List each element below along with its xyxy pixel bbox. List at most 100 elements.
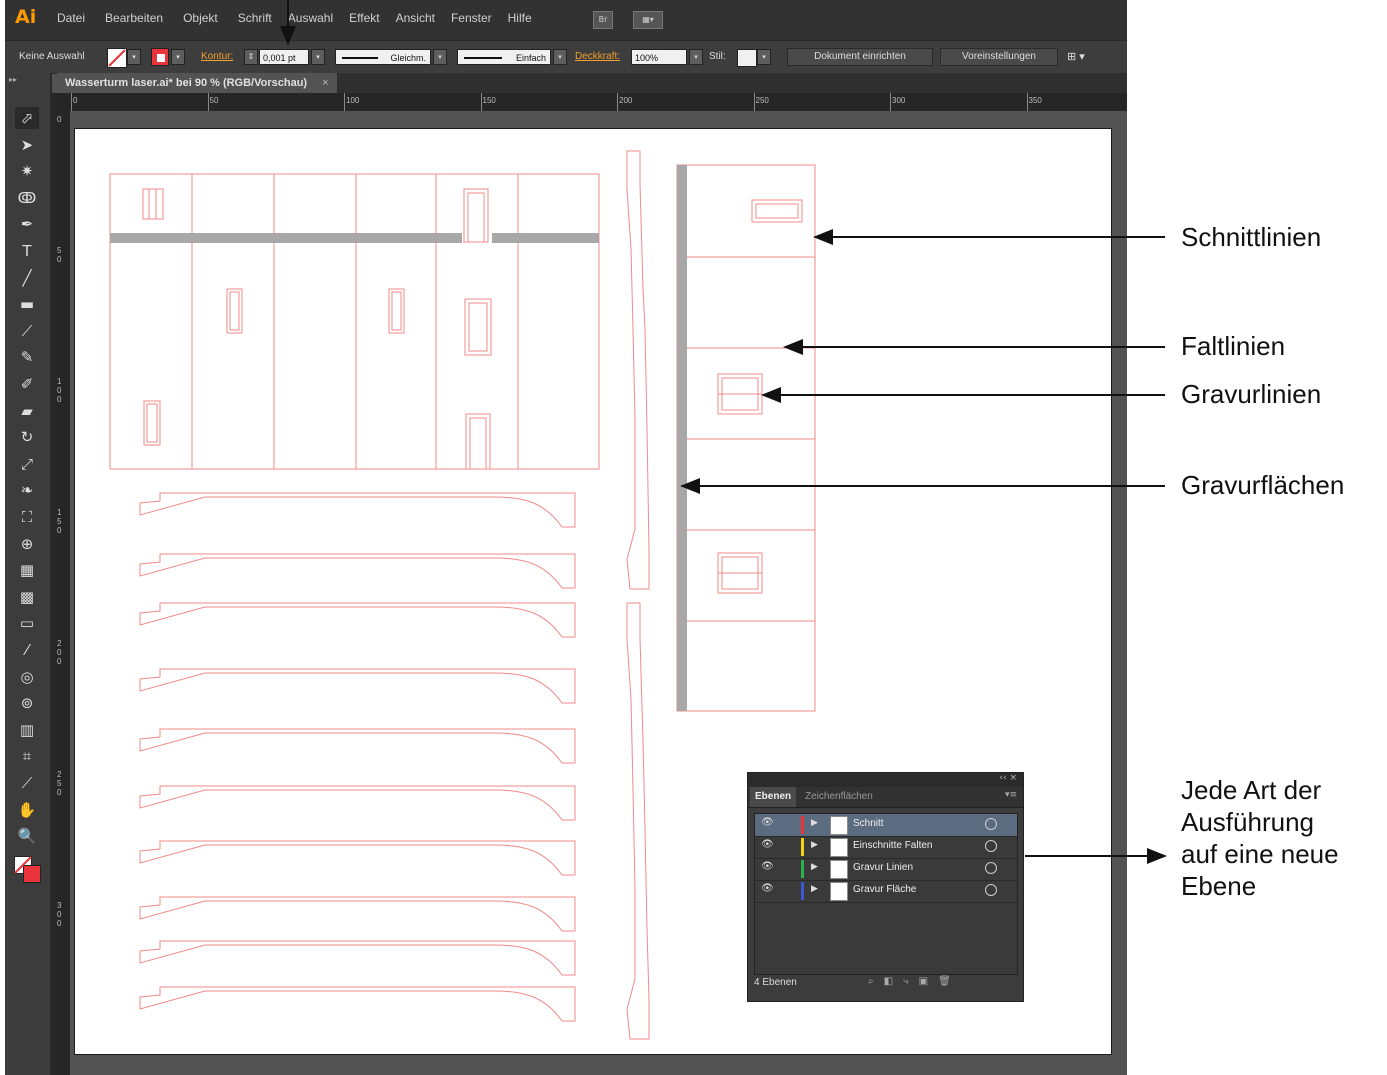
new-layer-icon[interactable]: ▣ — [919, 976, 938, 987]
fill-stroke-swatch-icon[interactable] — [14, 856, 41, 883]
menu-datei[interactable]: Datei — [57, 11, 85, 25]
visibility-eye-icon[interactable]: 👁 — [761, 883, 774, 894]
profile-dropdown[interactable]: ▾ — [433, 49, 447, 65]
opacity-field[interactable]: 100% — [631, 49, 687, 65]
document-setup-button[interactable]: Dokument einrichten — [787, 48, 933, 66]
target-circle-icon[interactable] — [985, 840, 997, 852]
menu-hilfe[interactable]: Hilfe — [508, 11, 532, 25]
tab-zeichenflaechen[interactable]: Zeichenflächen — [800, 787, 878, 807]
zoom-tool-icon[interactable]: 🔍 — [15, 825, 39, 847]
line-tool-icon[interactable]: ╱ — [15, 267, 39, 289]
graphic-style-swatch[interactable] — [737, 49, 757, 67]
menu-auswahl[interactable]: Auswahl — [288, 11, 333, 25]
visibility-eye-icon[interactable]: 👁 — [761, 861, 774, 872]
cornice-piece[interactable] — [139, 840, 576, 876]
cornice-piece[interactable] — [139, 728, 576, 764]
brush-dropdown[interactable]: ▾ — [553, 49, 567, 65]
expand-triangle-icon[interactable]: ▶ — [811, 840, 818, 850]
layer-name[interactable]: Schnitt — [853, 818, 884, 829]
panel-menu-icon[interactable]: ▾≡ — [1005, 790, 1017, 800]
locate-object-icon[interactable]: ⌕ — [868, 976, 884, 987]
eyedropper-icon[interactable]: ⁄ — [15, 639, 39, 661]
target-circle-icon[interactable] — [985, 862, 997, 874]
visibility-eye-icon[interactable]: 👁 — [761, 817, 774, 828]
rotate-tool-icon[interactable]: ↻ — [15, 426, 39, 448]
cornice-piece[interactable] — [139, 940, 576, 976]
cornice-piece[interactable] — [139, 668, 576, 704]
menu-fenster[interactable]: Fenster — [451, 11, 492, 25]
scale-tool-icon[interactable]: ⤢ — [15, 453, 39, 475]
layer-name[interactable]: Einschnitte Falten — [853, 840, 933, 851]
warp-tool-icon[interactable]: ❧ — [15, 479, 39, 501]
vertical-ruler[interactable]: 0 50 100 150 200 250 300 — [52, 111, 70, 1075]
new-sublayer-icon[interactable]: ⤷ — [903, 976, 919, 987]
visibility-eye-icon[interactable]: 👁 — [761, 839, 774, 850]
eraser-icon[interactable]: ▰ — [15, 400, 39, 422]
perspective-grid-icon[interactable]: ▦ — [15, 559, 39, 581]
menu-objekt[interactable]: Objekt — [183, 11, 218, 25]
cornice-piece[interactable] — [139, 785, 576, 821]
stroke-weight-dropdown[interactable]: ▾ — [311, 49, 325, 65]
workspace-switcher-icon[interactable]: ▦▾ — [633, 11, 663, 29]
variable-width-profile[interactable]: Gleichm. — [335, 49, 431, 65]
cornice-piece[interactable] — [139, 986, 576, 1022]
kontur-label[interactable]: Kontur: — [201, 49, 233, 65]
stroke-stepper-icon[interactable]: ⇕ — [244, 49, 258, 65]
panel-expand-icon[interactable]: ▸▸ — [9, 75, 17, 84]
layer-name[interactable]: Gravur Linien — [853, 862, 913, 873]
menu-schrift[interactable]: Schrift — [238, 11, 272, 25]
layer-name[interactable]: Gravur Fläche — [853, 884, 916, 895]
menu-bearbeiten[interactable]: Bearbeiten — [105, 11, 163, 25]
free-transform-icon[interactable]: ⛶ — [15, 506, 39, 528]
layer-row-einschnitte[interactable]: 👁 ▶ Einschnitte Falten — [755, 836, 1017, 859]
rectangle-tool-icon[interactable]: ▬ — [15, 293, 39, 315]
layer-row-gravur-linien[interactable]: 👁 ▶ Gravur Linien — [755, 858, 1017, 881]
tab-ebenen[interactable]: Ebenen — [750, 787, 797, 807]
hand-tool-icon[interactable]: ✋ — [15, 799, 39, 821]
panel-header[interactable]: ‹‹ × — [748, 773, 1023, 787]
style-dropdown[interactable]: ▾ — [757, 49, 771, 65]
cornice-piece[interactable] — [139, 896, 576, 932]
layer-row-gravur-flaeche[interactable]: 👁 ▶ Gravur Fläche — [755, 880, 1017, 903]
pencil-icon[interactable]: ✎ — [15, 346, 39, 368]
blend-tool-icon[interactable]: ◎ — [15, 666, 39, 688]
type-tool-icon[interactable]: T — [15, 240, 39, 262]
fill-swatch-icon[interactable] — [107, 48, 127, 68]
expand-triangle-icon[interactable]: ▶ — [811, 862, 818, 872]
cornice-piece[interactable] — [139, 602, 576, 638]
selection-tool-icon[interactable]: ⬀ — [15, 107, 39, 129]
menu-effekt[interactable]: Effekt — [349, 11, 379, 25]
close-tab-icon[interactable]: × — [322, 77, 328, 89]
column-graph-icon[interactable]: ▥ — [15, 719, 39, 741]
fill-dropdown[interactable]: ▾ — [127, 49, 141, 65]
mesh-tool-icon[interactable]: ▩ — [15, 586, 39, 608]
expand-triangle-icon[interactable]: ▶ — [811, 818, 818, 828]
stroke-weight-field[interactable]: 0,001 pt — [259, 49, 309, 65]
paintbrush-icon[interactable]: ⟋ — [15, 320, 39, 342]
direct-selection-tool-icon[interactable]: ➤ — [15, 134, 39, 156]
target-circle-icon[interactable] — [985, 818, 997, 830]
expand-triangle-icon[interactable]: ▶ — [811, 884, 818, 894]
opacity-label[interactable]: Deckkraft: — [575, 49, 620, 65]
lasso-icon[interactable]: ↂ — [15, 187, 39, 209]
stroke-dropdown[interactable]: ▾ — [171, 49, 185, 65]
artboard-tool-icon[interactable]: ⌗ — [15, 745, 39, 767]
magic-wand-icon[interactable]: ✷ — [15, 160, 39, 182]
preferences-button[interactable]: Voreinstellungen — [940, 48, 1058, 66]
cornice-piece[interactable] — [139, 492, 576, 528]
delete-layer-icon[interactable]: 🗑 — [938, 976, 961, 987]
arrange-documents-icon[interactable]: ⊞ ▾ — [1067, 49, 1085, 65]
shape-builder-icon[interactable]: ⊕ — [15, 533, 39, 555]
document-tab[interactable]: Wasserturm laser.ai* bei 90 % (RGB/Vorsc… — [57, 73, 337, 93]
gradient-tool-icon[interactable]: ▭ — [15, 612, 39, 634]
slice-tool-icon[interactable]: ⟋ — [15, 772, 39, 794]
blob-brush-icon[interactable]: ✐ — [15, 373, 39, 395]
pen-tool-icon[interactable]: ✒ — [15, 213, 39, 235]
collapse-close-icon[interactable]: ‹‹ × — [999, 773, 1017, 783]
layer-row-schnitt[interactable]: 👁 ▶ Schnitt — [755, 814, 1017, 837]
make-clipping-mask-icon[interactable]: ◧ — [884, 976, 903, 987]
symbol-sprayer-icon[interactable]: ⊚ — [15, 692, 39, 714]
menu-ansicht[interactable]: Ansicht — [396, 11, 435, 25]
horizontal-ruler[interactable]: 0 50 100 150 200 250 300 350 — [57, 93, 1127, 111]
bridge-icon[interactable]: Br — [593, 11, 613, 29]
